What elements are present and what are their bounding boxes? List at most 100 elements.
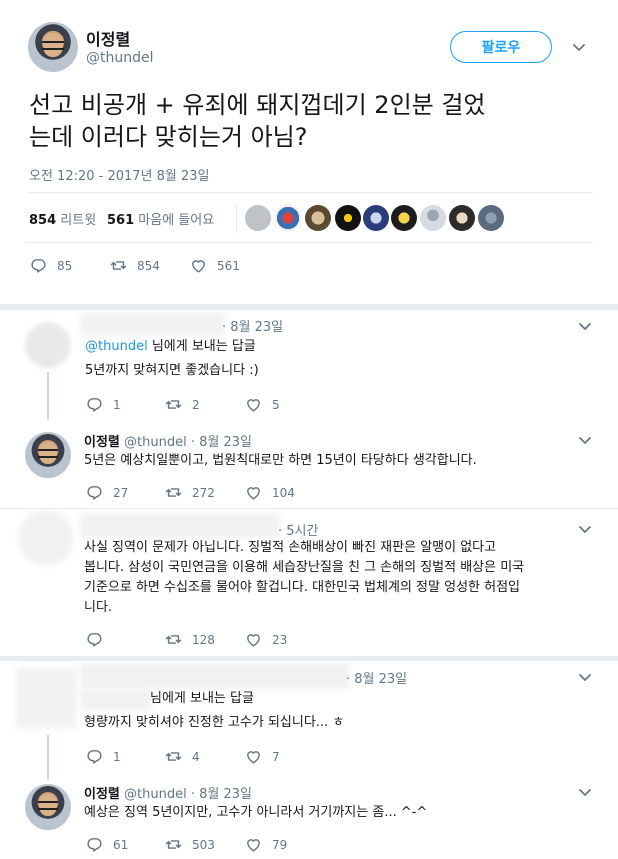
reply-to-note[interactable]: 님에게 보내는 답글 bbox=[150, 689, 254, 709]
reply-action[interactable]: 85 bbox=[30, 257, 72, 274]
follow-button[interactable]: 팔로우 bbox=[450, 31, 552, 63]
liker-avatar[interactable] bbox=[275, 205, 301, 231]
tweet-text-line: 는데 이러다 맞히는거 아님? bbox=[29, 123, 308, 151]
liker-avatar[interactable] bbox=[245, 205, 271, 231]
like-action[interactable]: 79 bbox=[245, 836, 287, 853]
like-count: 7 bbox=[272, 749, 280, 764]
redacted-name bbox=[80, 313, 225, 335]
reply-time[interactable]: · 8월 23일 bbox=[191, 787, 252, 802]
reply-author-name[interactable]: 이정렬 bbox=[84, 787, 120, 802]
stats-separator bbox=[236, 203, 237, 233]
reply-icon bbox=[86, 631, 103, 648]
reply-to-handle[interactable]: @thundel bbox=[85, 339, 148, 354]
like-count: 5 bbox=[272, 397, 280, 412]
reply-text: 사실 징역이 문제가 아닙니다. 징벌적 손해배상이 빠진 재판은 알맹이 없다… bbox=[84, 538, 584, 618]
chevron-down-icon[interactable] bbox=[578, 525, 592, 535]
chevron-down-icon[interactable] bbox=[578, 788, 592, 798]
chevron-down-icon[interactable] bbox=[578, 673, 592, 683]
like-count: 561 bbox=[217, 258, 240, 273]
liker-avatar[interactable] bbox=[420, 205, 446, 231]
reply-action[interactable] bbox=[86, 631, 113, 648]
retweet-icon bbox=[165, 396, 182, 413]
divider bbox=[0, 656, 618, 661]
like-icon bbox=[245, 484, 262, 501]
like-count: 79 bbox=[272, 837, 288, 852]
reply-action[interactable]: 1 bbox=[86, 396, 121, 413]
reply-avatar[interactable] bbox=[25, 784, 71, 830]
reply-text: 예상은 징역 5년이지만, 고수가 아니라서 거기까지는 좀... ^-^ bbox=[84, 805, 428, 820]
reply-action[interactable]: 61 bbox=[86, 836, 128, 853]
reply-author-handle[interactable]: @thundel bbox=[124, 435, 187, 450]
redacted-avatar bbox=[18, 510, 74, 566]
retweet-stat[interactable]: 854 리트윗 bbox=[29, 209, 96, 228]
like-action[interactable]: 5 bbox=[245, 396, 280, 413]
reply-header: 이정렬 @thundel · 8월 23일 bbox=[84, 431, 252, 450]
reply-action[interactable]: 1 bbox=[86, 748, 121, 765]
liker-avatar[interactable] bbox=[335, 205, 361, 231]
retweet-count: 503 bbox=[192, 837, 215, 852]
reply-time[interactable]: · 8월 23일 bbox=[222, 316, 283, 335]
thread-line bbox=[47, 372, 49, 420]
reply-time[interactable]: · 5시간 bbox=[278, 520, 318, 539]
author-handle[interactable]: @thundel bbox=[86, 50, 154, 66]
reply-avatar[interactable] bbox=[25, 322, 71, 368]
liker-avatar[interactable] bbox=[363, 205, 389, 231]
reply-text-line: 봅니다. 삼성이 국민연금을 이용해 세습장난질을 친 그 손해의 징벌적 배상… bbox=[84, 560, 525, 575]
retweet-count: 128 bbox=[192, 632, 215, 647]
reply-text-line: 기준으로 하면 수십조를 물어야 할겁니다. 대한민국 법체계의 정말 엉성한 … bbox=[84, 580, 521, 595]
retweet-count: 4 bbox=[192, 749, 200, 764]
reply-author-handle[interactable]: @thundel bbox=[124, 787, 187, 802]
reply-avatar[interactable] bbox=[25, 432, 71, 478]
redacted-name bbox=[80, 663, 350, 689]
reply-header: 이정렬 @thundel · 8월 23일 bbox=[84, 783, 252, 802]
chevron-down-icon[interactable] bbox=[578, 322, 592, 332]
reply-action[interactable]: 27 bbox=[86, 484, 128, 501]
redacted-avatar bbox=[16, 668, 76, 728]
like-action[interactable]: 7 bbox=[245, 748, 280, 765]
author-avatar[interactable] bbox=[28, 22, 78, 72]
like-stat[interactable]: 561 마음에 들어요 bbox=[107, 209, 214, 228]
author-name[interactable]: 이정렬 bbox=[86, 26, 130, 50]
reply-author-name[interactable]: 이정렬 bbox=[84, 435, 120, 450]
like-icon bbox=[245, 631, 262, 648]
retweet-action[interactable]: 2 bbox=[165, 396, 200, 413]
reply-to-note[interactable]: @thundel 님에게 보내는 답글 bbox=[85, 337, 256, 357]
reply-to-suffix: 님에게 보내는 답글 bbox=[147, 339, 256, 354]
reply-text: 5년까지 맞혀지면 좋겠습니다 :) bbox=[85, 363, 259, 378]
like-action[interactable]: 561 bbox=[190, 257, 240, 274]
retweet-action[interactable]: 128 bbox=[165, 631, 215, 648]
reply-text-line: 사실 징역이 문제가 아닙니다. 징벌적 손해배상이 빠진 재판은 알맹이 없다… bbox=[84, 540, 497, 555]
like-icon bbox=[190, 257, 207, 274]
reply-icon bbox=[86, 396, 103, 413]
divider bbox=[0, 508, 618, 509]
reply-count: 1 bbox=[113, 749, 121, 764]
reply-count: 85 bbox=[57, 258, 73, 273]
retweet-action[interactable]: 272 bbox=[165, 484, 215, 501]
reply-icon bbox=[86, 484, 103, 501]
chevron-down-icon[interactable] bbox=[578, 436, 592, 446]
like-action[interactable]: 23 bbox=[245, 631, 287, 648]
liker-avatar[interactable] bbox=[449, 205, 475, 231]
retweet-action[interactable]: 4 bbox=[165, 748, 200, 765]
like-action[interactable]: 104 bbox=[245, 484, 295, 501]
retweet-icon bbox=[165, 484, 182, 501]
retweet-icon bbox=[165, 631, 182, 648]
like-count: 561 bbox=[107, 213, 135, 228]
retweet-label: 리트윗 bbox=[60, 213, 97, 228]
redacted-name bbox=[80, 514, 280, 538]
tweet-timestamp[interactable]: 오전 12:20 - 2017년 8월 23일 bbox=[29, 165, 210, 184]
chevron-down-icon[interactable] bbox=[572, 43, 586, 53]
liker-avatar[interactable] bbox=[478, 205, 504, 231]
retweet-action[interactable]: 503 bbox=[165, 836, 215, 853]
reply-time[interactable]: · 8월 23일 bbox=[346, 668, 407, 687]
retweet-icon bbox=[165, 836, 182, 853]
retweet-action[interactable]: 854 bbox=[110, 257, 160, 274]
like-count: 23 bbox=[272, 632, 288, 647]
retweet-count: 854 bbox=[29, 213, 57, 228]
liker-avatar[interactable] bbox=[391, 205, 417, 231]
reply-text: 형량까지 맞히셔야 진정한 고수가 되십니다... ㅎ bbox=[84, 715, 345, 730]
reply-icon bbox=[86, 836, 103, 853]
reply-time[interactable]: · 8월 23일 bbox=[191, 435, 252, 450]
retweet-count: 854 bbox=[137, 258, 160, 273]
liker-avatar[interactable] bbox=[305, 205, 331, 231]
